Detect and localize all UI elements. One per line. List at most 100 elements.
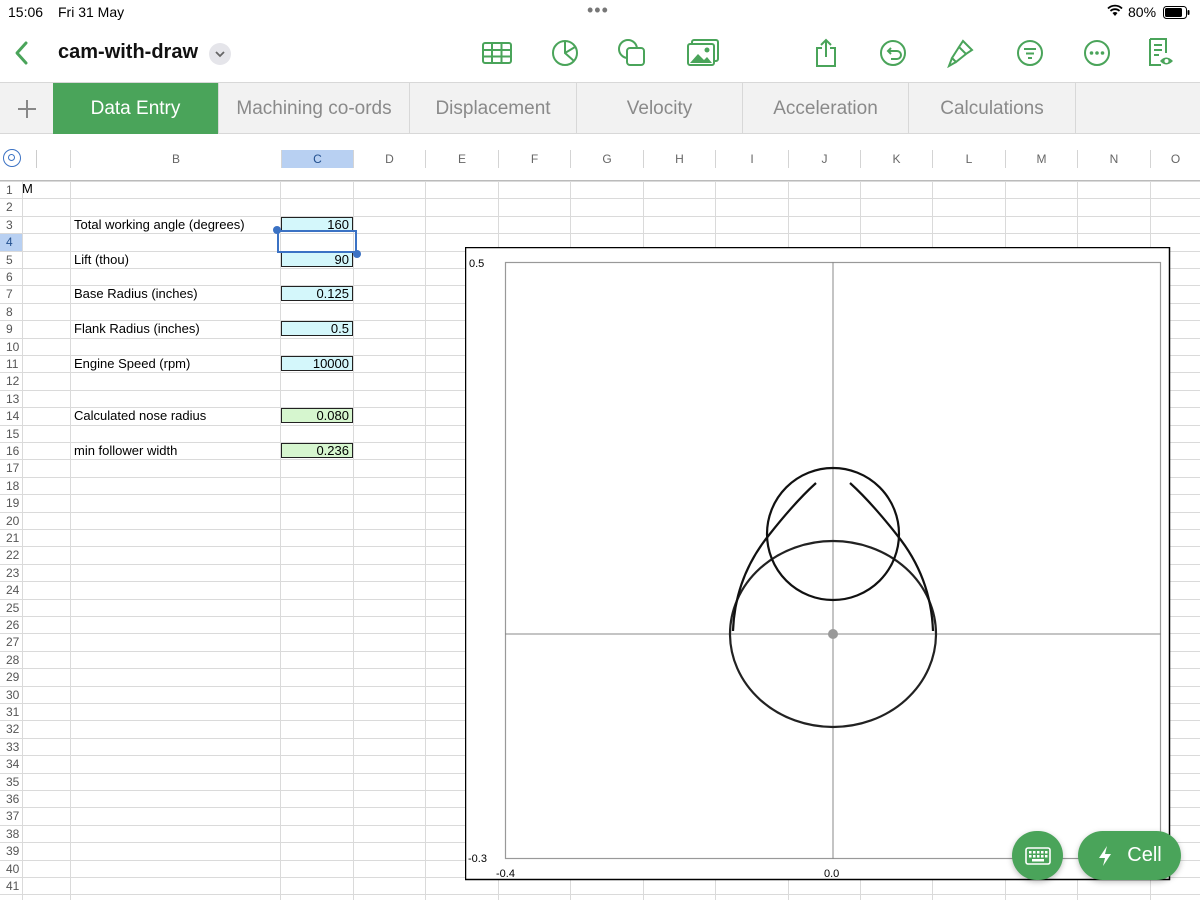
keyboard-button[interactable]	[1012, 831, 1063, 880]
row-header[interactable]: 15	[0, 426, 22, 442]
select-all-icon[interactable]	[3, 149, 21, 167]
spreadsheet-table[interactable]: B C D E F G H I J K L M N O M 1234567891…	[0, 134, 1200, 900]
selected-cell[interactable]	[277, 230, 357, 253]
lightning-icon	[1099, 845, 1112, 866]
row-header[interactable]: 34	[0, 756, 22, 772]
selection-handle-top-left[interactable]	[273, 226, 281, 234]
tab-acceleration[interactable]: Acceleration	[743, 83, 909, 134]
status-date: Fri 31 May	[58, 4, 125, 20]
row-header[interactable]: 18	[0, 478, 22, 494]
column-header-g[interactable]: G	[570, 150, 643, 168]
undo-icon[interactable]	[875, 35, 911, 71]
row-header[interactable]: 9	[0, 321, 22, 337]
row-header[interactable]: 31	[0, 704, 22, 720]
selection-handle-bottom-right[interactable]	[353, 250, 361, 258]
format-brush-icon[interactable]	[943, 35, 979, 71]
row-header[interactable]: 36	[0, 791, 22, 807]
calculated-value-cell[interactable]: 0.236	[281, 443, 353, 458]
row-header[interactable]: 41	[0, 878, 22, 894]
row-header[interactable]: 30	[0, 687, 22, 703]
column-header-l[interactable]: L	[932, 150, 1005, 168]
more-icon[interactable]	[1079, 35, 1115, 71]
row-header[interactable]: 32	[0, 721, 22, 737]
column-header-i[interactable]: I	[715, 150, 788, 168]
column-header-k[interactable]: K	[860, 150, 932, 168]
reading-view-icon[interactable]	[1143, 35, 1179, 71]
row-header[interactable]: 14	[0, 408, 22, 424]
row-header[interactable]: 20	[0, 513, 22, 529]
row-header[interactable]: 3	[0, 217, 22, 233]
document-title[interactable]: cam-with-draw	[58, 41, 198, 64]
status-time: 15:06	[8, 4, 44, 20]
add-sheet-icon[interactable]	[0, 83, 53, 134]
row-header[interactable]: 28	[0, 652, 22, 668]
chart-icon[interactable]	[547, 35, 583, 71]
row-header[interactable]: 19	[0, 495, 22, 511]
input-value-cell[interactable]: 90	[281, 251, 353, 267]
row-header[interactable]: 13	[0, 391, 22, 407]
row-header[interactable]: 24	[0, 582, 22, 598]
input-value-cell[interactable]: 0.5	[281, 321, 353, 337]
status-bar: 15:06 Fri 31 May ••• 80%	[0, 0, 1200, 24]
row-header[interactable]: 2	[0, 199, 22, 215]
chart-svg: 0.5 -0.3 -0.4 0.0	[464, 246, 1171, 881]
multitasking-dots-icon[interactable]: •••	[587, 0, 609, 21]
cell-button[interactable]: Cell	[1078, 831, 1181, 880]
input-value-cell[interactable]: 0.125	[281, 286, 353, 302]
calculated-value-cell[interactable]: 0.080	[281, 408, 353, 424]
back-icon[interactable]	[4, 35, 40, 71]
row-header[interactable]: 27	[0, 634, 22, 650]
column-header-c[interactable]: C	[281, 150, 353, 168]
tab-displacement[interactable]: Displacement	[410, 83, 577, 134]
column-header-b[interactable]: B	[70, 150, 281, 168]
row-header[interactable]: 33	[0, 739, 22, 755]
share-icon[interactable]	[808, 35, 844, 71]
tab-data-entry[interactable]: Data Entry	[53, 83, 219, 134]
tab-machining-co-ords[interactable]: Machining co-ords	[219, 83, 410, 134]
row-header[interactable]: 25	[0, 600, 22, 616]
row-header[interactable]: 29	[0, 669, 22, 685]
row-header[interactable]: 10	[0, 339, 22, 355]
column-header-e[interactable]: E	[425, 150, 498, 168]
row-header[interactable]: 38	[0, 826, 22, 842]
row-label: Engine Speed (rpm)	[74, 356, 191, 371]
shape-icon[interactable]	[614, 35, 650, 71]
row-header[interactable]: 5	[0, 252, 22, 268]
table-icon[interactable]	[479, 35, 515, 71]
column-header-n[interactable]: N	[1077, 150, 1150, 168]
input-value-cell[interactable]: 10000	[281, 356, 353, 371]
column-header-o[interactable]: O	[1150, 150, 1200, 168]
row-header[interactable]: 12	[0, 373, 22, 389]
row-header[interactable]: 11	[0, 356, 22, 372]
row-header[interactable]: 21	[0, 530, 22, 546]
row-header[interactable]: 4	[0, 234, 22, 251]
row-header[interactable]: 8	[0, 304, 22, 320]
row-header[interactable]: 16	[0, 443, 22, 459]
row-header[interactable]: 37	[0, 808, 22, 824]
row-label: Calculated nose radius	[74, 408, 207, 424]
chevron-down-icon[interactable]	[209, 43, 231, 65]
row-header[interactable]: 35	[0, 774, 22, 790]
column-header-j[interactable]: J	[788, 150, 860, 168]
row-header[interactable]: 22	[0, 547, 22, 563]
row-header[interactable]: 6	[0, 269, 22, 285]
column-header-f[interactable]: F	[498, 150, 570, 168]
row-header[interactable]: 23	[0, 565, 22, 581]
column-header-d[interactable]: D	[353, 150, 425, 168]
column-header-h[interactable]: H	[643, 150, 715, 168]
y-max-label: 0.5	[469, 258, 484, 270]
row-header[interactable]: 1	[0, 182, 22, 198]
tab-calculations[interactable]: Calculations	[909, 83, 1076, 134]
row-header[interactable]: 39	[0, 843, 22, 859]
cam-profile-chart[interactable]: 0.5 -0.3 -0.4 0.0	[464, 246, 1171, 881]
x-min-label: -0.4	[496, 868, 515, 880]
row-label: Total working angle (degrees)	[74, 216, 245, 232]
row-header[interactable]: 26	[0, 617, 22, 633]
row-header[interactable]: 7	[0, 286, 22, 302]
tab-velocity[interactable]: Velocity	[577, 83, 743, 134]
column-header-m[interactable]: M	[1005, 150, 1077, 168]
organize-icon[interactable]	[1012, 35, 1048, 71]
row-header[interactable]: 17	[0, 460, 22, 476]
media-icon[interactable]	[685, 35, 721, 71]
row-header[interactable]: 40	[0, 861, 22, 877]
